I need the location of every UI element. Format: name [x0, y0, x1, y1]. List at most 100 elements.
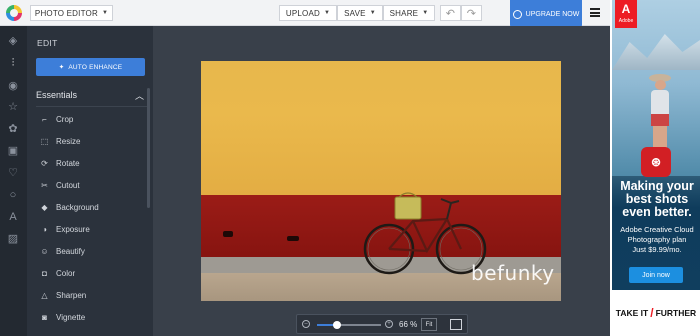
- chevron-down-icon: ▼: [369, 10, 376, 16]
- layers-icon[interactable]: ◈: [7, 35, 19, 47]
- zoom-control: – + 66 % Fit: [296, 314, 468, 334]
- tool-label: Crop: [56, 114, 74, 124]
- circle-icon[interactable]: ○: [7, 189, 19, 201]
- tool-label: Beautify: [56, 246, 85, 256]
- photo-editor-dropdown[interactable]: PHOTO EDITOR ▼: [30, 5, 113, 21]
- creative-cloud-icon: ⊛: [641, 147, 671, 177]
- star-icon[interactable]: ☆: [7, 101, 19, 113]
- tool-label: Color: [56, 268, 76, 278]
- adobe-a-icon: A: [621, 2, 631, 16]
- tool-label: Vignette: [56, 312, 86, 322]
- redo-icon: ↷: [466, 7, 477, 20]
- zoom-out-icon[interactable]: –: [302, 320, 310, 328]
- fit-label: Fit: [425, 321, 433, 328]
- tool-label: Cutout: [56, 180, 80, 190]
- undo-button[interactable]: ↶: [440, 5, 461, 21]
- auto-enhance-button[interactable]: ✦ AUTO ENHANCE: [36, 58, 145, 76]
- menu-icon[interactable]: [590, 8, 600, 17]
- section-label: Essentials: [36, 90, 78, 100]
- tool-label: Exposure: [56, 224, 90, 234]
- tool-sharpen[interactable]: △ Sharpen: [40, 288, 140, 302]
- ad-plan: Adobe Creative Cloud Photography plan: [620, 225, 694, 244]
- save-label: SAVE: [344, 8, 366, 18]
- chevron-down-icon: ▼: [323, 10, 331, 16]
- share-label: SHARE: [389, 8, 419, 18]
- eye-icon[interactable]: ◉: [7, 80, 19, 92]
- beautify-icon: ☺: [40, 246, 49, 256]
- tool-rotate[interactable]: ⟳ Rotate: [40, 156, 140, 170]
- upgrade-now-button[interactable]: UPGRADE NOW: [510, 0, 582, 28]
- resize-icon: ⬚: [40, 136, 49, 146]
- zoom-slider[interactable]: [317, 321, 381, 329]
- bucket-icon: ◘: [42, 268, 47, 278]
- tool-color[interactable]: ◘ Color: [40, 266, 140, 280]
- chevron-down-icon: ▼: [422, 10, 429, 16]
- save-button[interactable]: SAVE ▼: [337, 5, 383, 21]
- zoom-in-icon[interactable]: +: [385, 320, 393, 328]
- ad-brand: Adobe: [618, 18, 634, 24]
- rotate-icon: ⟳: [41, 158, 48, 168]
- befunky-watermark: befunky: [471, 261, 555, 285]
- tagline-right: FURTHER: [655, 308, 697, 318]
- advertisement[interactable]: A Adobe ⊛ Making your best shots even be…: [612, 0, 700, 336]
- eraser-icon: ◆: [41, 202, 48, 212]
- divider: [36, 106, 149, 107]
- upload-label: UPLOAD: [285, 8, 320, 18]
- heart-icon[interactable]: ♡: [7, 167, 19, 179]
- magic-wand-icon: ✦: [58, 64, 65, 71]
- tool-cutout[interactable]: ✂ Cutout: [40, 178, 140, 192]
- join-now-button[interactable]: Join now: [629, 267, 683, 283]
- text-icon[interactable]: A: [7, 211, 19, 223]
- texture-icon[interactable]: ▨: [7, 233, 19, 245]
- wall-hole: [223, 231, 233, 237]
- tool-rail: ◈ ⫶ ◉ ☆ ✿ ▣ ♡ ○ A ▨: [0, 26, 27, 336]
- panel-title: EDIT: [37, 38, 58, 48]
- photo-editor-label: PHOTO EDITOR: [34, 8, 98, 18]
- panel-scrollbar[interactable]: [147, 88, 150, 208]
- share-button[interactable]: SHARE ▼: [383, 5, 435, 21]
- zoom-value: 66 %: [399, 320, 418, 329]
- exposure-icon: ◑: [42, 224, 47, 234]
- fullscreen-icon[interactable]: [450, 319, 462, 330]
- chevron-up-icon: ︿: [134, 91, 144, 101]
- ad-headline: Making your best shots even better.: [620, 179, 694, 219]
- vignette-icon: ◙: [42, 312, 47, 322]
- redo-button[interactable]: ↷: [461, 5, 482, 21]
- adobe-logo: A Adobe: [615, 0, 637, 28]
- frame-icon[interactable]: ▣: [7, 145, 19, 157]
- auto-enhance-label: AUTO ENHANCE: [68, 63, 123, 71]
- triangle-icon: △: [41, 290, 48, 300]
- ad-price: Just $9.99/mo.: [632, 245, 682, 254]
- scissors-icon: ✂: [41, 180, 48, 190]
- befunky-logo-icon[interactable]: [6, 5, 22, 21]
- join-label: Join now: [642, 271, 670, 279]
- tool-background[interactable]: ◆ Background: [40, 200, 140, 214]
- undo-icon: ↶: [445, 7, 456, 20]
- ad-tagline: TAKE IT / FURTHER: [612, 290, 700, 336]
- upload-button[interactable]: UPLOAD ▼: [279, 5, 337, 21]
- ad-subtext: Adobe Creative Cloud Photography plan Ju…: [616, 225, 698, 255]
- zoom-slider-handle[interactable]: [333, 321, 342, 329]
- crop-icon: ⌐: [42, 114, 47, 124]
- tool-beautify[interactable]: ☺ Beautify: [40, 244, 140, 258]
- tool-exposure[interactable]: ◑ Exposure: [40, 222, 140, 236]
- yellow-wall: [201, 61, 561, 195]
- edit-panel: EDIT ✦ AUTO ENHANCE Essentials ︿ ⌐ Crop …: [27, 26, 153, 336]
- upgrade-icon: [512, 9, 522, 19]
- tool-resize[interactable]: ⬚ Resize: [40, 134, 140, 148]
- upgrade-label: UPGRADE NOW: [525, 10, 580, 18]
- tool-label: Resize: [56, 136, 81, 146]
- fit-button[interactable]: Fit: [421, 318, 437, 331]
- sliders-icon[interactable]: ⫶: [7, 57, 19, 69]
- tool-vignette[interactable]: ◙ Vignette: [40, 310, 140, 324]
- chevron-down-icon: ▼: [101, 10, 109, 16]
- tool-label: Background: [56, 202, 99, 212]
- photo-image[interactable]: befunky: [201, 61, 561, 301]
- wall-hole: [287, 236, 299, 241]
- gear-icon[interactable]: ✿: [7, 123, 19, 135]
- essentials-section-header[interactable]: Essentials ︿: [36, 90, 145, 101]
- tool-crop[interactable]: ⌐ Crop: [40, 112, 140, 126]
- mountain-graphic: [612, 34, 700, 70]
- slash-icon: /: [650, 306, 654, 320]
- tool-label: Sharpen: [56, 290, 87, 300]
